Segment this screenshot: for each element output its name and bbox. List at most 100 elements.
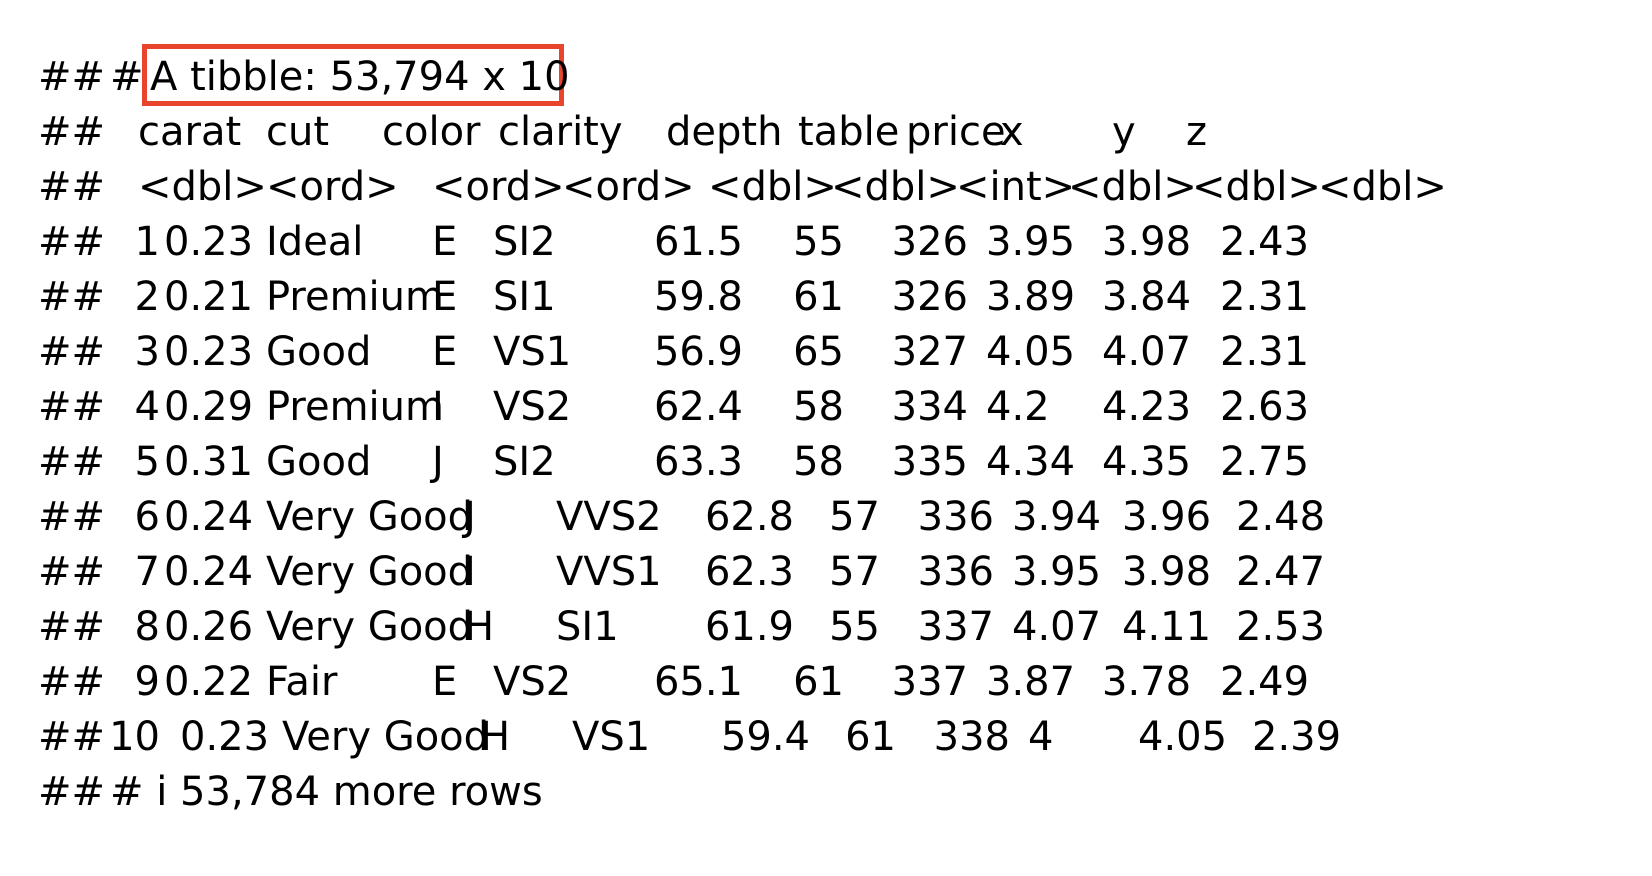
row-number: 9	[134, 659, 160, 705]
cell-color: I	[464, 549, 476, 595]
row-number: 1	[134, 219, 160, 265]
comment-prefix: ##	[38, 494, 106, 540]
cell-y: 3.84	[1102, 274, 1192, 320]
cell-x: 3.89	[986, 274, 1076, 320]
cell-x: 4	[1028, 714, 1054, 760]
comment-prefix: ##	[38, 659, 106, 705]
cell-y: 4.05	[1138, 714, 1228, 760]
cell-table: 65	[793, 329, 844, 375]
column-name-cut: cut	[266, 109, 330, 155]
table-row: ## 3 0.23 Good E VS1 56.9 65 327 4.05 4.07 2.31	[38, 325, 1618, 380]
column-name-z: z	[1186, 109, 1207, 155]
cell-clarity: VVS1	[556, 549, 662, 595]
row-number: 5	[134, 439, 160, 485]
column-name-color: color	[382, 109, 481, 155]
cell-price: 337	[891, 659, 968, 705]
cell-table: 61	[793, 659, 844, 705]
table-row: ## 1 0.23 Ideal E SI2 61.5 55 326 3.95 3.98 2.43	[38, 215, 1618, 270]
row-number: 6	[134, 494, 160, 540]
comment-prefix: ##	[38, 219, 106, 265]
cell-price: 336	[917, 494, 994, 540]
column-name-clarity: clarity	[498, 109, 623, 155]
cell-z: 2.31	[1220, 274, 1310, 320]
cell-y: 3.78	[1102, 659, 1192, 705]
column-name-table: table	[798, 109, 900, 155]
cell-cut: Very Good	[282, 714, 490, 760]
cell-price: 334	[891, 384, 968, 430]
cell-carat: 0.29	[164, 384, 254, 430]
cell-depth: 61.5	[653, 219, 743, 265]
cell-clarity: VS2	[493, 659, 572, 705]
cell-depth: 65.1	[653, 659, 743, 705]
cell-price: 327	[891, 329, 968, 375]
table-row: ## 2 0.21 Premium E SI1 59.8 61 326 3.89 3.84 2.31	[38, 270, 1618, 325]
column-name-y: y	[1112, 109, 1136, 155]
cell-table: 57	[829, 549, 880, 595]
cell-clarity: VS1	[493, 329, 572, 375]
more-rows-footer-line: ## # i 53,784 more rows	[38, 765, 1618, 820]
cell-cut: Very Good	[266, 549, 474, 595]
comment-prefix: ##	[38, 164, 106, 210]
cell-z: 2.47	[1236, 549, 1326, 595]
cell-price: 326	[891, 274, 968, 320]
cell-y: 4.23	[1102, 384, 1192, 430]
cell-color: J	[432, 439, 444, 485]
column-name-depth: depth	[666, 109, 783, 155]
cell-depth: 63.3	[653, 439, 743, 485]
cell-clarity: SI1	[556, 604, 619, 650]
cell-table: 61	[845, 714, 896, 760]
cell-carat: 0.23	[180, 714, 270, 760]
table-row: ## 6 0.24 Very Good J VVS2 62.8 57 336 3.94 3.96 2.…	[38, 490, 1618, 545]
cell-x: 4.05	[986, 329, 1076, 375]
column-name-carat: carat	[138, 109, 242, 155]
cell-color: I	[432, 384, 444, 430]
cell-price: 338	[933, 714, 1010, 760]
cell-clarity: SI2	[493, 219, 556, 265]
cell-x: 3.95	[986, 219, 1076, 265]
cell-z: 2.75	[1220, 439, 1310, 485]
column-type-color: <ord>	[432, 164, 565, 210]
tibble-header-line: ## # A tibble: 53,794 x 10	[38, 44, 1618, 106]
cell-price: 335	[891, 439, 968, 485]
cell-price: 337	[917, 604, 994, 650]
cell-color: E	[432, 219, 458, 265]
cell-x: 4.07	[1012, 604, 1102, 650]
table-row: ## 8 0.26 Very Good H SI1 61.9 55 337 4.07 4.11 2.5…	[38, 600, 1618, 655]
cell-x: 4.34	[986, 439, 1076, 485]
cell-clarity: VS2	[493, 384, 572, 430]
cell-carat: 0.31	[164, 439, 254, 485]
column-type-depth: <dbl>	[708, 164, 837, 210]
cell-carat: 0.21	[164, 274, 254, 320]
column-type-clarity: <ord>	[562, 164, 695, 210]
cell-x: 4.2	[986, 384, 1050, 430]
cell-y: 4.11	[1122, 604, 1212, 650]
cell-y: 3.96	[1122, 494, 1212, 540]
comment-prefix: ##	[38, 384, 106, 430]
column-type-y: <dbl>	[1192, 164, 1321, 210]
cell-carat: 0.24	[164, 549, 254, 595]
comment-prefix: ##	[38, 274, 106, 320]
cell-clarity: VVS2	[556, 494, 662, 540]
cell-clarity: SI2	[493, 439, 556, 485]
cell-table: 58	[793, 384, 844, 430]
comment-prefix: ##	[38, 54, 106, 100]
column-type-cut: <ord>	[266, 164, 399, 210]
cell-color: H	[480, 714, 511, 760]
cell-color: E	[432, 659, 458, 705]
console-output: ## # A tibble: 53,794 x 10 ## carat cut color c…	[38, 44, 1618, 820]
cell-cut: Very Good	[266, 494, 474, 540]
row-number: 3	[134, 329, 160, 375]
cell-z: 2.48	[1236, 494, 1326, 540]
cell-z: 2.53	[1236, 604, 1326, 650]
cell-cut: Ideal	[266, 219, 364, 265]
cell-table: 55	[793, 219, 844, 265]
cell-cut: Premium	[266, 274, 444, 320]
comment-prefix: ##	[38, 549, 106, 595]
cell-carat: 0.23	[164, 219, 254, 265]
cell-y: 4.07	[1102, 329, 1192, 375]
cell-y: 3.98	[1122, 549, 1212, 595]
cell-table: 57	[829, 494, 880, 540]
comment-prefix: ##	[38, 329, 106, 375]
table-row: ## 4 0.29 Premium I VS2 62.4 58 334 4.2 4.23 2.63	[38, 380, 1618, 435]
column-type-table: <dbl>	[831, 164, 960, 210]
